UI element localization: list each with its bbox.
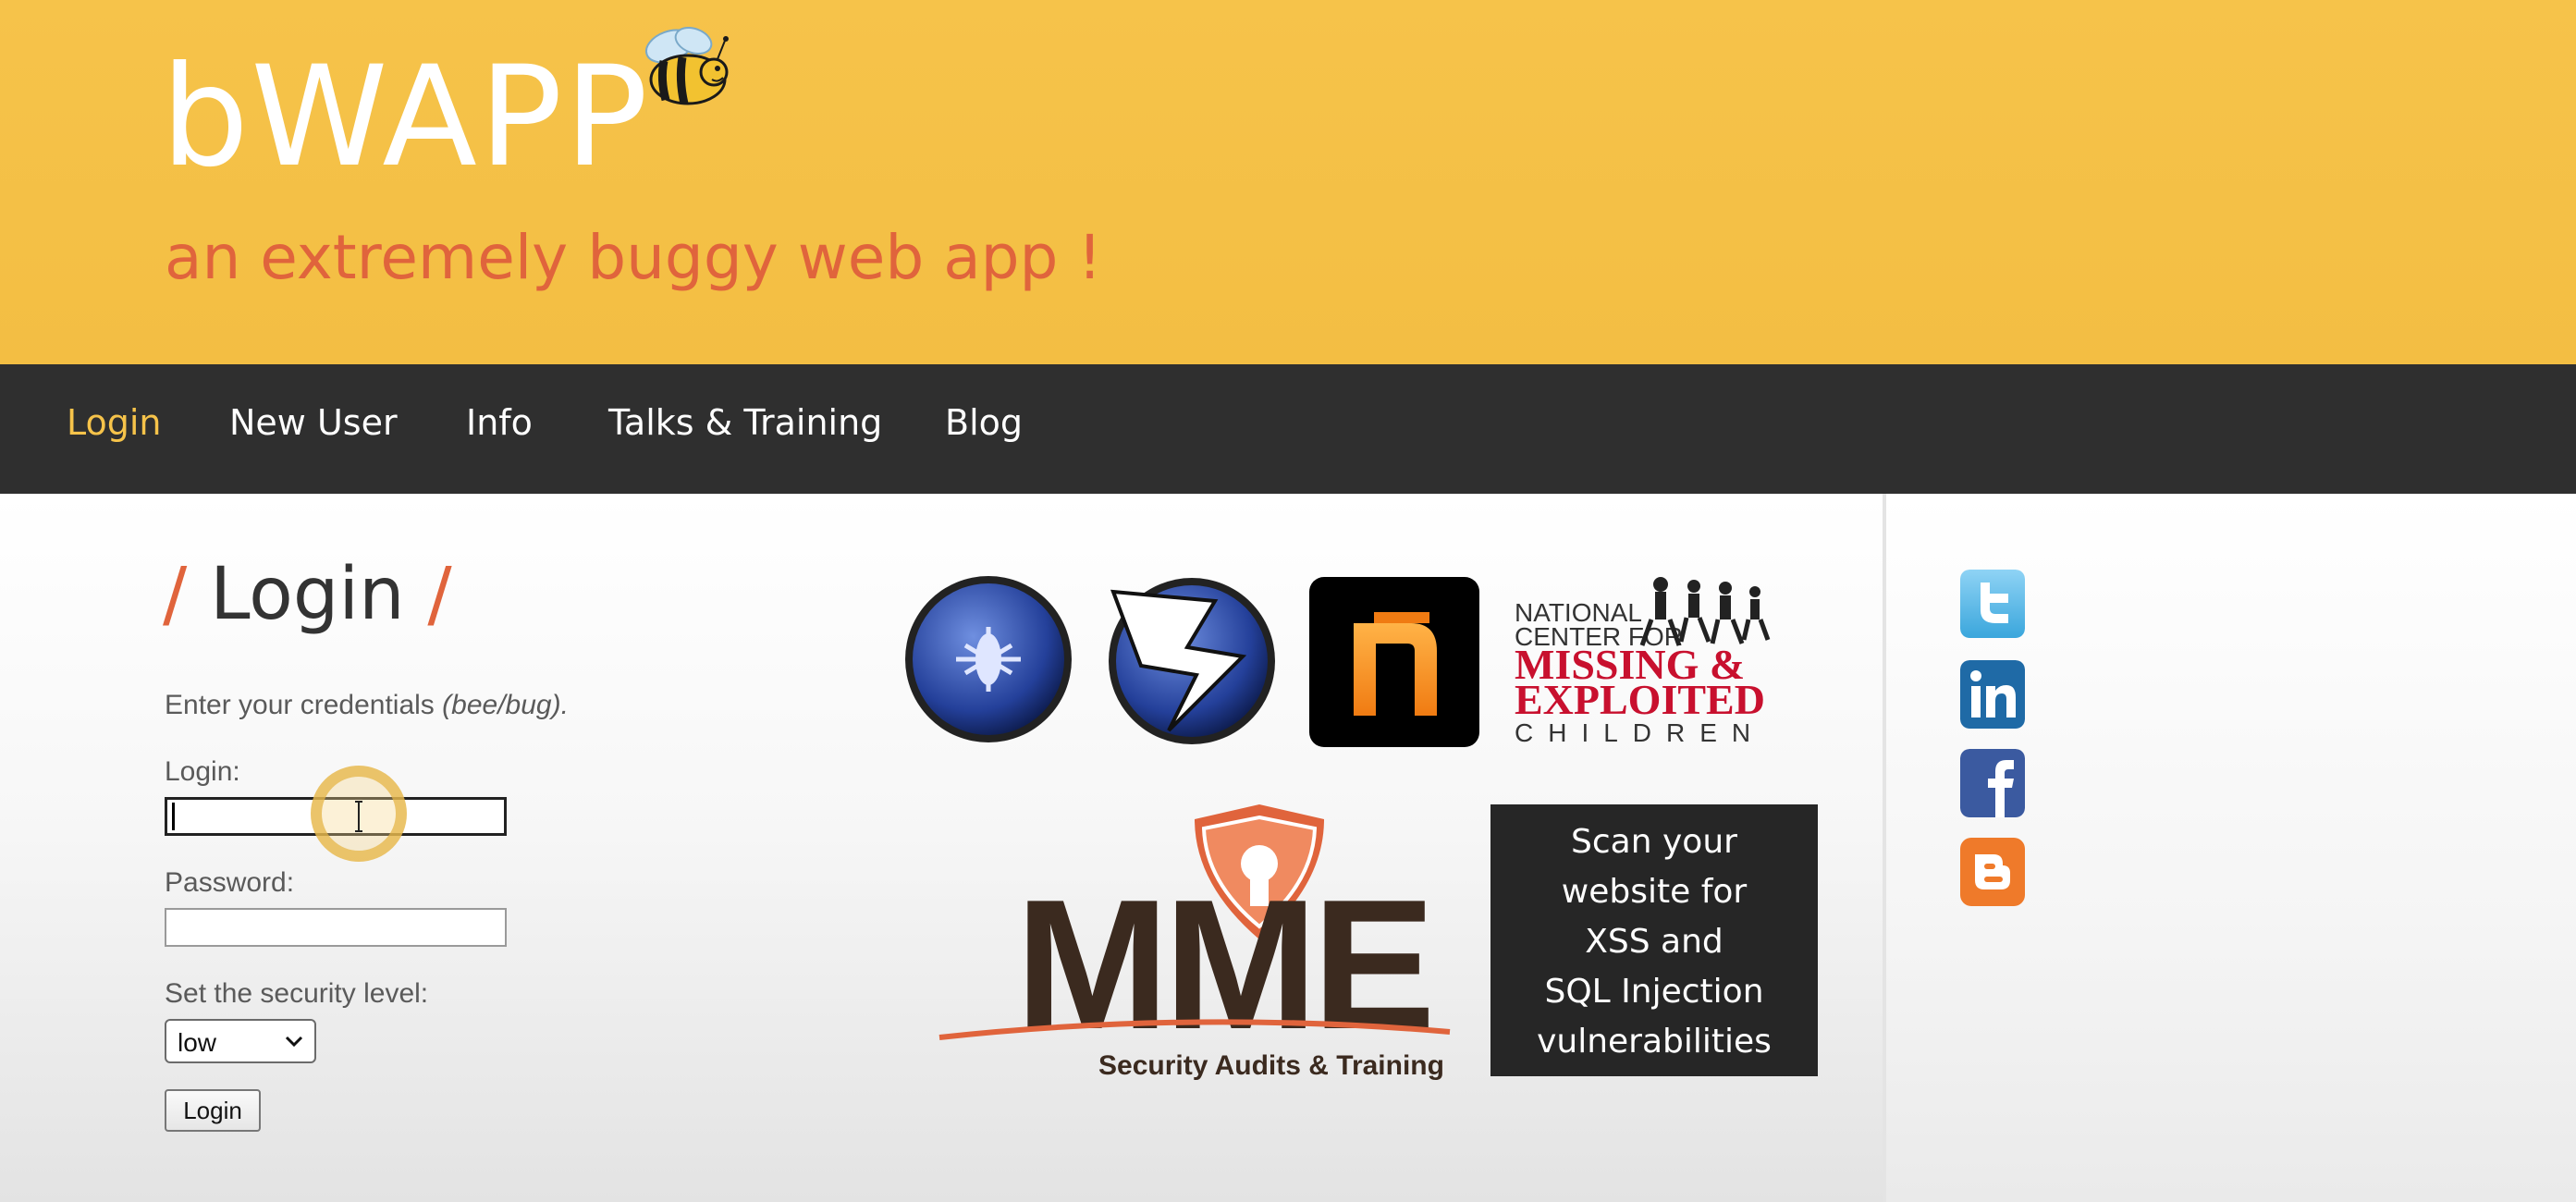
password-input[interactable] <box>165 908 507 947</box>
password-label: Password: <box>165 867 295 898</box>
text-caret <box>172 803 175 830</box>
netsparker-logo-icon[interactable] <box>1309 577 1479 747</box>
blogger-icon[interactable] <box>1960 838 2025 906</box>
header-banner: bWAPP an extremely buggy web app ! <box>0 0 2576 364</box>
credentials-instructions: Enter your credentials (bee/bug). <box>165 690 569 720</box>
scan-ad-line: SQL Injection <box>1544 973 1764 1011</box>
scan-ad-line: vulnerabilities <box>1537 1023 1772 1061</box>
nav-talks-training[interactable]: Talks & Training <box>608 405 882 440</box>
chevron-down-icon <box>285 1036 303 1048</box>
linkedin-icon[interactable] <box>1960 660 2025 729</box>
bwapp-logo[interactable]: bWAPP <box>161 48 650 187</box>
nav-info[interactable]: Info <box>466 405 533 440</box>
svg-text:CHILDREN: CHILDREN <box>1515 718 1765 745</box>
security-level-select[interactable]: low <box>165 1019 316 1063</box>
zap-logo-icon[interactable] <box>1104 573 1280 749</box>
svg-text:EXPLOITED: EXPLOITED <box>1515 676 1765 723</box>
ncmec-logo[interactable]: NATIONAL CENTER FOR MISSING & EXPLOITED … <box>1513 573 1790 745</box>
facebook-icon[interactable] <box>1960 749 2025 817</box>
twitter-icon[interactable] <box>1960 570 2025 638</box>
login-button[interactable]: Login <box>165 1089 261 1132</box>
nav-blog[interactable]: Blog <box>945 405 1023 440</box>
tagline: an extremely buggy web app ! <box>165 222 1102 293</box>
scan-ad-line: XSS and <box>1585 923 1723 961</box>
nav-login[interactable]: Login <box>67 405 162 440</box>
scan-website-ad[interactable]: Scan your website for XSS and SQL Inject… <box>1490 804 1818 1076</box>
scan-ad-line: Scan your <box>1571 823 1737 861</box>
nav-new-user[interactable]: New User <box>229 405 398 440</box>
svg-text:MME: MME <box>1015 862 1430 1068</box>
security-level-value: low <box>178 1028 217 1057</box>
main-nav: Login New User Info Talks & Training Blo… <box>0 364 2576 494</box>
ibeam-cursor-icon <box>355 801 362 832</box>
mme-logo[interactable]: MME Security Audits & Training <box>936 801 1454 1084</box>
security-level-label: Set the security level: <box>165 978 429 1009</box>
svg-text:Security Audits & Training: Security Audits & Training <box>1098 1050 1444 1081</box>
login-label: Login: <box>165 756 240 787</box>
page-title: / Login / <box>163 553 452 636</box>
bee-icon <box>644 26 729 105</box>
scan-ad-line: website for <box>1561 873 1748 911</box>
owasp-logo-icon[interactable] <box>901 571 1076 747</box>
